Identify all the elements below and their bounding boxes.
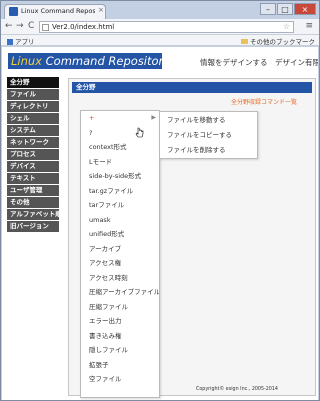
menu-icon[interactable]: ≡ <box>305 21 313 31</box>
sidebar-item[interactable]: ネットワーク <box>7 137 59 148</box>
sidebar-item[interactable]: ディレクトリ <box>7 101 59 112</box>
dropdown-item[interactable]: side-by-side形式 <box>81 169 159 184</box>
favicon-icon <box>9 7 18 16</box>
other-bookmarks[interactable]: その他のブックマーク <box>241 36 315 46</box>
dropdown-item[interactable]: 空ファイル <box>81 372 159 387</box>
dropdown-item-label: アクセス時刻 <box>89 273 128 282</box>
dropdown-item-label: tarファイル <box>89 201 125 209</box>
back-icon[interactable]: ← <box>5 21 13 32</box>
main-panel: 全分野 全分野収録コマンド一覧 + ▶? context形式 Lモード side-by-… <box>68 78 316 398</box>
sidebar-item[interactable]: その他 <box>7 197 59 208</box>
dropdown-item[interactable]: アクセス時刻 <box>81 271 159 286</box>
dropdown-item[interactable]: umask <box>81 213 159 228</box>
dropdown-item[interactable]: エラー出力 <box>81 314 159 329</box>
window-controls: – □ × <box>259 3 316 15</box>
sidebar-item[interactable]: システム <box>7 125 59 136</box>
address-bar[interactable]: Ver2.0/index.html ☆ <box>39 21 294 33</box>
dropdown-item-label: 圧縮アーカイブファイル <box>89 288 160 296</box>
hand-cursor-icon <box>135 127 144 138</box>
page-icon <box>42 24 49 31</box>
dropdown-item-label: unified形式 <box>89 230 125 238</box>
title-bar: Linux Command Reposi × – □ × <box>1 1 319 19</box>
dropdown-item-label: 圧縮ファイル <box>89 302 128 311</box>
dropdown-item-label: ? <box>89 128 93 137</box>
sidebar-item[interactable]: プロセス <box>7 149 59 160</box>
site-logo[interactable]: Linux Command Repository <box>8 53 170 69</box>
dropdown-item-label: Lモード <box>89 157 113 166</box>
command-list-link[interactable]: 全分野収録コマンド一覧 <box>231 97 297 106</box>
dropdown-item-label: umask <box>89 215 111 224</box>
dropdown-item-label: 拡張子 <box>89 360 109 369</box>
dropdown-item-label: + <box>89 114 95 122</box>
apps-bookmark[interactable]: アプリ <box>7 36 35 46</box>
submenu-item[interactable]: ファイルをコピーする <box>160 129 257 142</box>
copyright: Copyright© esign Inc., 2005-2014 <box>196 387 278 392</box>
dropdown-item[interactable]: 隠しファイル <box>81 343 159 358</box>
sidebar-item[interactable]: ファイル <box>7 89 59 100</box>
dropdown-item[interactable]: 圧縮ファイル <box>81 300 159 315</box>
dropdown-item[interactable]: tarファイル <box>81 198 159 213</box>
dropdown-item-label: side-by-side形式 <box>89 172 142 180</box>
minimize-button[interactable]: – <box>260 3 276 15</box>
keyword-dropdown: + ▶? context形式 Lモード side-by-side形式 tar.gzファイル… <box>80 110 160 398</box>
folder-icon <box>241 39 248 44</box>
dropdown-item[interactable]: context形式 <box>81 140 159 155</box>
dropdown-item-label: アーカイブ <box>89 244 122 253</box>
keyword-submenu: ファイルを移動する ファイルをコピーする ファイルを削除する <box>159 111 258 159</box>
browser-window: Linux Command Reposi × – □ × ← → C Ver2.… <box>0 0 320 401</box>
dropdown-item-label: 隠しファイル <box>89 346 128 354</box>
browser-toolbar: ← → C Ver2.0/index.html ☆ ≡ <box>1 19 319 35</box>
dropdown-item[interactable]: tar.gzファイル <box>81 184 159 199</box>
sidebar-nav: 全分野 ファイル ディレクトリ シェル システム ネットワーク プロセス デバイス テキスト ユー… <box>7 77 62 233</box>
dropdown-item[interactable]: アーカイブ <box>81 242 159 257</box>
dropdown-item[interactable]: 圧縮アーカイブファイル <box>81 285 159 300</box>
dropdown-item-label: 空ファイル <box>89 375 122 383</box>
dropdown-item[interactable]: unified形式 <box>81 227 159 242</box>
dropdown-item[interactable]: 書き込み権 <box>81 329 159 344</box>
reload-icon[interactable]: C <box>28 21 34 32</box>
dropdown-item-label: tar.gzファイル <box>89 186 134 195</box>
tab-close-icon[interactable]: × <box>98 6 104 14</box>
dropdown-item[interactable]: + ▶ <box>81 111 159 126</box>
forward-icon[interactable]: → <box>16 21 24 32</box>
dropdown-item[interactable]: ? <box>81 126 159 141</box>
submenu-item[interactable]: ファイルを移動する <box>160 114 257 127</box>
other-bookmarks-label: その他のブックマーク <box>250 38 315 46</box>
logo-linux: Linux <box>11 54 42 68</box>
sidebar-item[interactable]: テキスト <box>7 173 59 184</box>
sidebar-item[interactable]: シェル <box>7 113 59 124</box>
submenu-item[interactable]: ファイルを削除する <box>160 144 257 157</box>
web-page: Linux Command Repository 情報をデザインする デザイン有… <box>2 47 318 400</box>
sidebar-item[interactable]: ユーザ管理 <box>7 185 59 196</box>
apps-icon <box>7 39 13 45</box>
bookmarks-bar: アプリ その他のブックマーク <box>1 35 319 46</box>
logo-rest: Command Repository <box>42 54 171 68</box>
star-icon[interactable]: ☆ <box>283 22 290 32</box>
sidebar-item[interactable]: デバイス <box>7 161 59 172</box>
apps-label: アプリ <box>15 38 35 46</box>
dropdown-item[interactable]: アクセス権 <box>81 256 159 271</box>
dropdown-item-label: エラー出力 <box>89 317 122 325</box>
url-text: Ver2.0/index.html <box>52 23 115 31</box>
maximize-button[interactable]: □ <box>277 3 293 15</box>
company-tagline: 情報をデザインする デザイン有限会社 <box>200 58 318 67</box>
sidebar-item[interactable]: 全分野 <box>7 77 59 88</box>
browser-tab[interactable]: Linux Command Reposi × <box>4 4 106 19</box>
dropdown-item-label: 書き込み権 <box>89 331 122 340</box>
dropdown-item[interactable]: 拡張子 <box>81 358 159 373</box>
section-heading: 全分野 <box>72 82 312 93</box>
sidebar-item[interactable]: アルファベット順 <box>7 209 62 220</box>
close-button[interactable]: × <box>294 3 316 15</box>
dropdown-item-label: context形式 <box>89 143 127 151</box>
dropdown-item[interactable]: Lモード <box>81 155 159 170</box>
submenu-arrow-icon: ▶ <box>151 114 156 121</box>
dropdown-item-label: アクセス権 <box>89 259 122 267</box>
tab-title: Linux Command Reposi <box>21 7 95 15</box>
sidebar-item[interactable]: 旧バージョン <box>7 221 59 232</box>
